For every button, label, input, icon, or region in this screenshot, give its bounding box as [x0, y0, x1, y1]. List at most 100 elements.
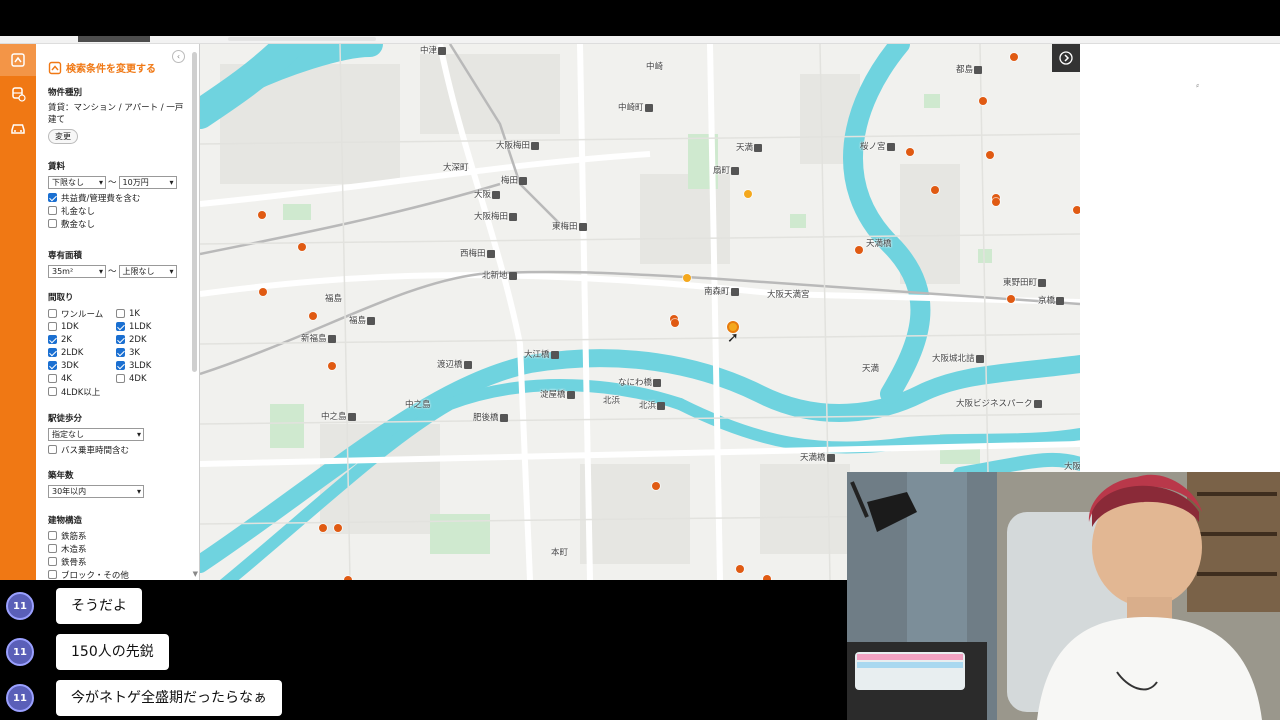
property-pin[interactable] — [334, 524, 342, 532]
layout-opt-3-checkbox[interactable] — [116, 322, 125, 331]
browser-tab[interactable] — [78, 36, 150, 42]
nav-train[interactable] — [0, 78, 36, 110]
nav-car[interactable] — [0, 112, 36, 144]
rent-opt-2-checkbox[interactable] — [48, 219, 57, 228]
property-pin[interactable] — [931, 186, 939, 194]
layout-opt-6-checkbox[interactable] — [48, 348, 57, 357]
layout-opt-8-option[interactable]: 3DK — [48, 359, 116, 372]
property-pin[interactable] — [259, 288, 267, 296]
map-label-text: 桜ノ宮 — [860, 142, 886, 152]
layout-opt-10-checkbox[interactable] — [48, 374, 57, 383]
screen-root: { "sidebar": { "header": "検索条件を変更する", "p… — [0, 0, 1280, 720]
layout-opt-4-checkbox[interactable] — [48, 335, 57, 344]
map-label-nakazaki: 中崎 — [646, 60, 663, 72]
property-pin[interactable] — [979, 97, 987, 105]
layout-opt-0-checkbox[interactable] — [48, 309, 57, 318]
layout-opt-0-option[interactable]: ワンルーム — [48, 307, 116, 320]
layout-opt-10-option[interactable]: 4K — [48, 372, 116, 385]
layout-opt-2-option[interactable]: 1DK — [48, 320, 116, 333]
structure-opt-1-checkbox[interactable] — [48, 544, 57, 553]
chat-message: 11 そうだよ — [6, 588, 142, 624]
rent-opt-2-option[interactable]: 敷金なし — [48, 217, 188, 230]
property-pin[interactable] — [1073, 206, 1080, 214]
rent-opt-1-option[interactable]: 礼金なし — [48, 204, 188, 217]
layout-opt-1-option[interactable]: 1K — [116, 307, 184, 320]
layout-opt-11-option[interactable]: 4DK — [116, 372, 184, 385]
layout-opt-7-label: 3K — [129, 347, 140, 358]
walk-select[interactable]: 指定なし — [48, 428, 144, 441]
property-pin[interactable] — [683, 274, 691, 282]
layout-opt-6-label: 2LDK — [61, 347, 84, 358]
change-conditions-link[interactable]: 検索条件を変更する — [48, 60, 156, 75]
layout-opt-6-option[interactable]: 2LDK — [48, 346, 116, 359]
area-separator: 〜 — [108, 266, 117, 277]
rent-opt-0-option[interactable]: 共益費/管理費を含む — [48, 191, 188, 204]
property-pin[interactable] — [652, 482, 660, 490]
rent-max-select[interactable]: 10万円 — [118, 176, 177, 189]
station-icon — [327, 334, 336, 343]
property-pin[interactable] — [258, 211, 266, 219]
property-pin[interactable] — [986, 151, 994, 159]
structure-opt-2-checkbox[interactable] — [48, 557, 57, 566]
property-type-change-button[interactable]: 変更 — [48, 129, 78, 144]
layout-opt-7-checkbox[interactable] — [116, 348, 125, 357]
sidebar-scrollbar[interactable] — [192, 52, 197, 372]
structure-opt-0-checkbox[interactable] — [48, 531, 57, 540]
property-pin[interactable] — [736, 565, 744, 573]
layout-opt-5-checkbox[interactable] — [116, 335, 125, 344]
map-label-miyakojima: 都島 — [956, 63, 983, 75]
layout-opt-2-checkbox[interactable] — [48, 322, 57, 331]
age-select[interactable]: 30年以内 — [48, 485, 144, 498]
nav-home[interactable] — [0, 44, 36, 76]
rent-opt-0-checkbox[interactable] — [48, 193, 57, 202]
property-pin[interactable] — [328, 362, 336, 370]
bus-time-checkbox[interactable] — [48, 445, 57, 454]
layout-opt-8-label: 3DK — [61, 360, 79, 371]
layout-opt-12-option[interactable]: 4LDK以上 — [48, 385, 116, 398]
layout-opt-8-checkbox[interactable] — [48, 361, 57, 370]
map-label-tenma2: 天満 — [862, 362, 879, 374]
map-label-fukushima2: 福島 — [349, 314, 376, 326]
station-icon — [492, 190, 501, 199]
rent-separator: 〜 — [108, 177, 117, 188]
rent-min-select[interactable]: 下限なし — [48, 176, 106, 189]
scroll-down-icon[interactable]: ▼ — [193, 570, 198, 578]
structure-opt-1-option[interactable]: 木造系 — [48, 542, 188, 555]
property-pin[interactable] — [309, 312, 317, 320]
area-max-select[interactable]: 上限なし — [118, 265, 177, 278]
layout-opt-11-checkbox[interactable] — [116, 374, 125, 383]
area-min-select[interactable]: 35m² — [48, 265, 106, 278]
property-pin[interactable] — [319, 524, 327, 532]
rent-opt-1-checkbox[interactable] — [48, 206, 57, 215]
bus-time-option[interactable]: バス乗車時間含む — [48, 443, 188, 456]
map-label-nakanoshima2: 中之島 — [405, 398, 431, 410]
layout-opt-7-option[interactable]: 3K — [116, 346, 184, 359]
layout-opt-9-checkbox[interactable] — [116, 361, 125, 370]
layout-opt-11-label: 4DK — [129, 373, 147, 384]
layout-opt-3-option[interactable]: 1LDK — [116, 320, 184, 333]
property-pin[interactable] — [671, 319, 679, 327]
address-bar[interactable] — [228, 37, 376, 41]
structure-opt-2-option[interactable]: 鉄骨系 — [48, 555, 188, 568]
property-pin[interactable] — [855, 246, 863, 254]
property-pin[interactable] — [744, 190, 752, 198]
property-pin[interactable] — [1010, 53, 1018, 61]
layout-opt-12-checkbox[interactable] — [48, 387, 57, 396]
structure-opt-3-checkbox[interactable] — [48, 570, 57, 579]
map-panel-toggle-button[interactable] — [1052, 44, 1080, 72]
layout-opt-1-checkbox[interactable] — [116, 309, 125, 318]
property-pin[interactable] — [298, 243, 306, 251]
collapse-sidebar-button[interactable]: ‹ — [172, 50, 185, 63]
station-icon — [438, 46, 447, 55]
property-pin[interactable] — [1007, 295, 1015, 303]
layout-opt-5-option[interactable]: 2DK — [116, 333, 184, 346]
station-icon — [731, 166, 740, 175]
station-icon — [657, 401, 666, 410]
property-pin[interactable] — [992, 198, 1000, 206]
structure-opt-3-option[interactable]: ブロック・その他 — [48, 568, 188, 580]
layout-opt-9-option[interactable]: 3LDK — [116, 359, 184, 372]
property-pin[interactable] — [906, 148, 914, 156]
layout-opt-4-option[interactable]: 2K — [48, 333, 116, 346]
map-label-higobashi: 肥後橋 — [473, 411, 508, 423]
structure-opt-0-option[interactable]: 鉄筋系 — [48, 529, 188, 542]
